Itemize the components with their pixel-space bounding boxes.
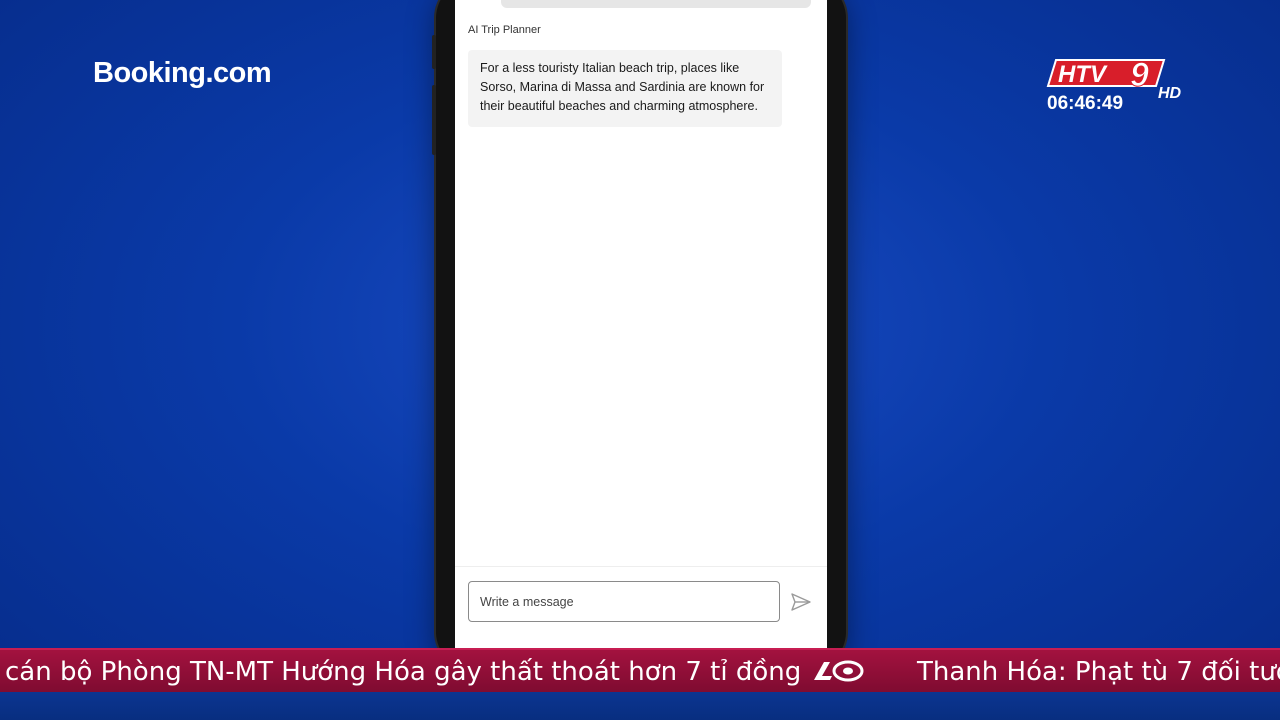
news-ticker: cán bộ Phòng TN-MT Hướng Hóa gây thất th… [0, 648, 1280, 694]
message-input[interactable]: Write a message [468, 581, 780, 622]
svg-text:HD: HD [1158, 85, 1182, 100]
send-button[interactable] [790, 591, 812, 613]
chat-screen: AI Trip Planner For a less touristy Ital… [455, 0, 827, 650]
assistant-message: For a less touristy Italian beach trip, … [468, 50, 782, 127]
ticker-item: cán bộ Phòng TN-MT Hướng Hóa gây thất th… [5, 657, 802, 687]
svg-text:9: 9 [1130, 56, 1149, 94]
channel-mark-icon [814, 660, 864, 682]
previous-message-edge [501, 0, 811, 8]
bottom-band [0, 692, 1280, 720]
sender-label: AI Trip Planner [468, 24, 541, 36]
booking-logo: Booking.com [93, 57, 272, 89]
send-icon [791, 593, 811, 611]
svg-text:HTV: HTV [1058, 61, 1108, 88]
ticker-item: Thanh Hóa: Phạt tù 7 đối tượng [917, 657, 1280, 687]
divider [455, 566, 827, 567]
channel-badge: HTV 9 HD 06:46:49 [1046, 56, 1196, 116]
clock: 06:46:49 [1047, 93, 1124, 114]
